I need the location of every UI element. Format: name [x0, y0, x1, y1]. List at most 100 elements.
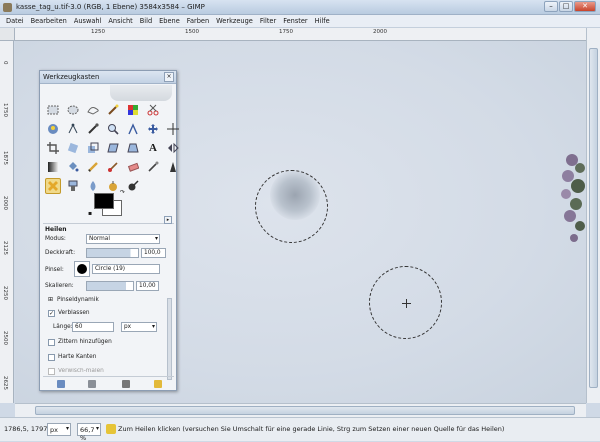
heal-source-outline [255, 170, 328, 243]
title-bar: kasse_tag_u.tif-3.0 (RGB, 1 Ebene) 3584x… [0, 0, 600, 15]
foreground-color-swatch[interactable] [94, 193, 114, 209]
measure-tool-icon[interactable] [125, 121, 141, 137]
opacity-slider[interactable] [86, 248, 139, 258]
toolbox-title: Werkzeugkasten [43, 73, 100, 81]
paintbrush-tool-icon[interactable] [105, 159, 121, 175]
jitter-checkbox[interactable] [48, 339, 55, 346]
opacity-value: 100,0 [144, 250, 161, 256]
horizontal-scroll-thumb[interactable] [35, 406, 575, 415]
perspective-tool-icon[interactable] [125, 140, 141, 156]
shear-tool-icon[interactable] [105, 140, 121, 156]
vertical-scroll-thumb[interactable] [589, 48, 598, 388]
color-picker-tool-icon[interactable] [85, 121, 101, 137]
menu-ansicht[interactable]: Ansicht [108, 17, 132, 25]
close-button[interactable]: ✕ [574, 1, 596, 12]
blend-tool-icon[interactable] [45, 159, 61, 175]
color-selector: ▪ ↷ [88, 189, 130, 221]
maximize-button[interactable]: □ [559, 1, 573, 12]
length-input[interactable]: 60 [72, 322, 114, 332]
mode-select[interactable]: Normal ▾ [86, 234, 160, 244]
brush-preview[interactable] [74, 261, 90, 277]
swap-colors-icon[interactable]: ↷ [120, 189, 125, 196]
free-select-tool-icon[interactable] [85, 102, 101, 118]
length-value: 60 [75, 324, 83, 330]
horizontal-ruler[interactable]: 1250 1500 1750 2000 [15, 28, 586, 41]
zoom-select[interactable]: 66,7 % ▾ [77, 423, 101, 442]
fade-label: Verblassen [58, 310, 90, 316]
brush-name-field[interactable]: Circle (19) [92, 264, 160, 274]
hard-edge-label: Harte Kanten [58, 354, 97, 360]
minimize-button[interactable]: – [544, 1, 558, 12]
tool-options-scrollbar[interactable] [167, 298, 172, 380]
expander-plus-icon[interactable]: ⊞ [48, 296, 53, 303]
length-unit-select[interactable]: px ▾ [121, 322, 157, 332]
menu-ebene[interactable]: Ebene [159, 17, 180, 25]
align-tool-icon[interactable] [165, 121, 181, 137]
tool-options-buttons [43, 376, 174, 390]
scale-input[interactable]: 10,00 [136, 281, 159, 291]
vertical-ruler[interactable]: 0 1750 1875 2000 2125 2250 2500 2625 [0, 41, 14, 403]
wilber-drop-area[interactable] [110, 85, 172, 101]
heal-tool-icon[interactable] [45, 178, 61, 194]
eraser-tool-icon[interactable] [125, 159, 141, 175]
heal-tool-status-icon [106, 424, 116, 434]
fuzzy-select-tool-icon[interactable] [105, 102, 121, 118]
chevron-down-icon: ▾ [65, 425, 69, 432]
chevron-down-icon: ▾ [95, 425, 99, 432]
reset-options-icon[interactable] [154, 380, 162, 388]
foreground-select-tool-icon[interactable] [45, 121, 61, 137]
chevron-down-icon: ▾ [154, 235, 158, 242]
tool-options-title: Heilen [45, 226, 67, 233]
ruler-corner[interactable] [0, 28, 15, 41]
vertical-scrollbar[interactable] [586, 28, 600, 403]
brush-label: Pinsel: [45, 267, 64, 273]
rect-select-tool-icon[interactable] [45, 102, 61, 118]
chevron-down-icon: ▾ [151, 323, 155, 330]
menu-auswahl[interactable]: Auswahl [74, 17, 102, 25]
incremental-checkbox[interactable] [48, 368, 55, 375]
crop-tool-icon[interactable] [45, 140, 61, 156]
scale-tool-icon[interactable] [85, 140, 101, 156]
reset-colors-icon[interactable]: ▪ [88, 210, 92, 217]
text-tool-icon[interactable]: A [145, 140, 161, 156]
flip-tool-icon[interactable] [165, 140, 181, 156]
scissors-tool-icon[interactable] [145, 102, 161, 118]
clone-tool-icon[interactable] [65, 178, 81, 194]
unit-select[interactable]: px ▾ [47, 423, 71, 436]
rotate-tool-icon[interactable] [65, 140, 81, 156]
toolbox-title-bar[interactable]: Werkzeugkasten × [40, 71, 176, 84]
horizontal-scrollbar[interactable] [15, 403, 586, 417]
opacity-input[interactable]: 100,0 [141, 248, 166, 258]
move-tool-icon[interactable] [145, 121, 161, 137]
ellipse-select-tool-icon[interactable] [65, 102, 81, 118]
save-options-icon[interactable] [57, 380, 65, 388]
fade-checkbox[interactable]: ✓ [48, 310, 55, 317]
hard-edge-checkbox[interactable] [48, 354, 55, 361]
bucket-fill-tool-icon[interactable] [65, 159, 81, 175]
menu-werkzeuge[interactable]: Werkzeuge [216, 17, 253, 25]
menu-bearbeiten[interactable]: Bearbeiten [31, 17, 67, 25]
h-tick-label: 1500 [185, 29, 199, 35]
delete-options-icon[interactable] [122, 380, 130, 388]
menu-hilfe[interactable]: Hilfe [315, 17, 330, 25]
v-tick-label: 2500 [2, 331, 8, 345]
menu-bild[interactable]: Bild [140, 17, 152, 25]
scale-slider[interactable] [86, 281, 134, 291]
toolbox-close-button[interactable]: × [164, 72, 174, 82]
menu-farben[interactable]: Farben [187, 17, 209, 25]
restore-options-icon[interactable] [88, 380, 96, 388]
menu-fenster[interactable]: Fenster [283, 17, 307, 25]
airbrush-tool-icon[interactable] [145, 159, 161, 175]
select-by-color-tool-icon[interactable] [125, 102, 141, 118]
length-unit-value: px [124, 324, 132, 330]
paths-tool-icon[interactable] [65, 121, 81, 137]
tool-options-menu-button[interactable]: ▸ [164, 216, 172, 224]
brush-name-value: Circle (19) [95, 266, 126, 272]
zoom-tool-icon[interactable] [105, 121, 121, 137]
window-title: kasse_tag_u.tif-3.0 (RGB, 1 Ebene) 3584x… [16, 3, 205, 11]
menu-filter[interactable]: Filter [260, 17, 276, 25]
pencil-tool-icon[interactable] [85, 159, 101, 175]
ink-tool-icon[interactable] [165, 159, 181, 175]
menu-datei[interactable]: Datei [6, 17, 24, 25]
crosshair-cursor-icon [402, 299, 411, 308]
